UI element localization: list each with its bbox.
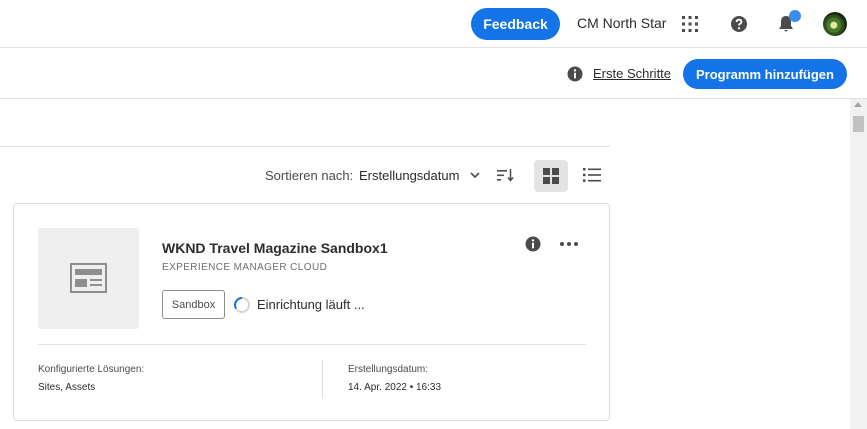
avatar[interactable] <box>823 12 847 36</box>
grid-view-icon <box>543 168 559 184</box>
loading-spinner-icon <box>234 297 250 313</box>
program-card[interactable]: WKND Travel Magazine Sandbox1 EXPERIENCE… <box>13 203 610 421</box>
notification-badge <box>789 10 801 22</box>
org-switcher[interactable]: CM North Star <box>577 15 666 31</box>
program-thumbnail <box>38 228 139 329</box>
scroll-up-arrow-icon[interactable] <box>854 102 862 107</box>
sort-label: Sortieren nach: <box>265 168 354 183</box>
setup-status: Einrichtung läuft ... <box>257 297 365 312</box>
created-label: Erstellungsdatum: <box>348 364 429 375</box>
scroll-thumb[interactable] <box>853 116 864 132</box>
web-page-icon <box>70 263 107 293</box>
card-divider <box>38 344 586 345</box>
column-divider <box>322 360 323 398</box>
top-header: Feedback CM North Star <box>0 0 867 48</box>
section-divider <box>0 146 610 147</box>
add-program-button[interactable]: Programm hinzufügen <box>683 59 847 89</box>
scrollbar[interactable] <box>850 99 867 429</box>
getting-started-link[interactable]: Erste Schritte <box>593 66 671 81</box>
program-title[interactable]: WKND Travel Magazine Sandbox1 <box>162 240 388 256</box>
grid-view-button[interactable] <box>534 160 568 192</box>
sandbox-badge: Sandbox <box>162 290 225 319</box>
help-icon[interactable] <box>730 15 748 33</box>
sort-order-icon[interactable] <box>496 167 514 183</box>
action-bar: Erste Schritte Programm hinzufügen <box>0 49 867 99</box>
info-icon <box>567 66 583 82</box>
solutions-value: Sites, Assets <box>38 382 96 393</box>
solutions-label: Konfigurierte Lösungen: <box>38 364 145 375</box>
list-view-icon[interactable] <box>583 167 601 183</box>
more-actions-icon[interactable] <box>559 239 579 249</box>
feedback-button[interactable]: Feedback <box>471 8 560 40</box>
chevron-down-icon[interactable] <box>469 170 481 180</box>
program-subtitle: EXPERIENCE MANAGER CLOUD <box>162 262 328 273</box>
info-icon[interactable] <box>525 236 541 252</box>
apps-grid-icon[interactable] <box>681 15 699 33</box>
created-value: 14. Apr. 2022 • 16:33 <box>348 382 442 393</box>
sort-dropdown[interactable]: Erstellungsdatum <box>359 168 459 183</box>
